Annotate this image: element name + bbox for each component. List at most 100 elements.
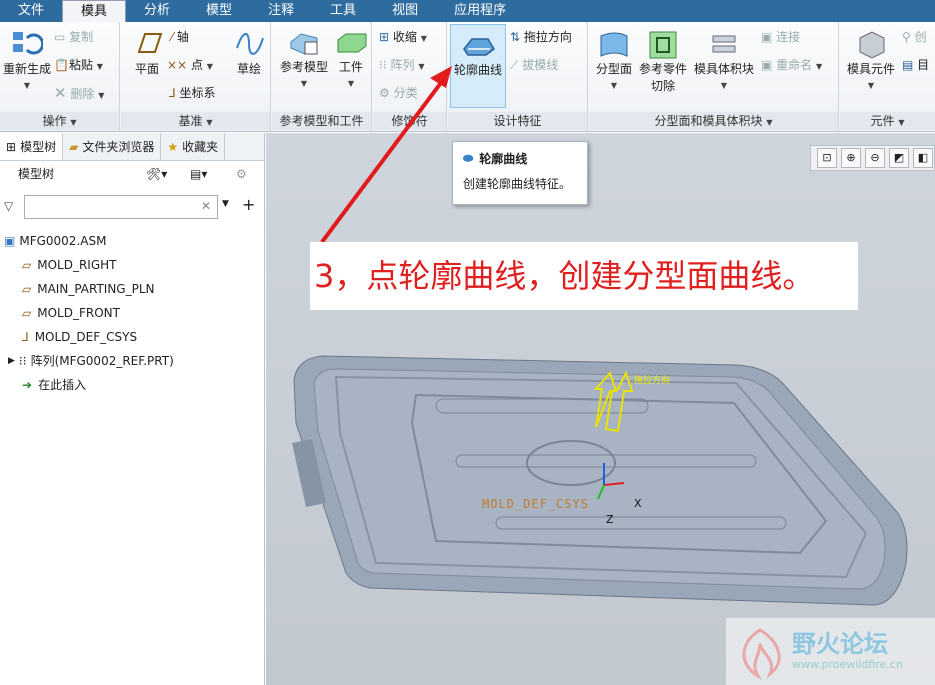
- connect-icon: ▣: [761, 30, 773, 44]
- classify-button[interactable]: ⚙ 分类: [379, 84, 418, 101]
- chevron-down-icon[interactable]: ▼: [24, 81, 30, 90]
- reference-model-icon: [290, 33, 318, 55]
- menu-view[interactable]: 视图: [374, 0, 436, 22]
- filter-settings-icon[interactable]: ⚙: [236, 161, 247, 187]
- workpiece-button[interactable]: 工件 ▼: [334, 28, 368, 89]
- mold-volume-button[interactable]: 模具体积块 ▼: [691, 28, 757, 91]
- zoom-out-icon[interactable]: ⊖: [865, 148, 885, 168]
- chevron-down-icon[interactable]: ▼: [418, 62, 424, 71]
- menu-tools[interactable]: 工具: [312, 0, 374, 22]
- shrink-label: 收缩: [392, 30, 417, 44]
- tab-folder-browser[interactable]: ▰ 文件夹浏览器: [63, 133, 162, 160]
- plane-label: 平面: [134, 62, 159, 76]
- drag-direction-button[interactable]: ⇅ 拖拉方向: [510, 28, 572, 45]
- folder-icon: ▰: [69, 139, 79, 154]
- reference-model-button[interactable]: 参考模型 ▼: [276, 28, 332, 89]
- workpiece-icon: [337, 33, 367, 53]
- menu-analysis[interactable]: 分析: [126, 0, 188, 22]
- search-input[interactable]: ✕: [24, 195, 218, 219]
- csys-button[interactable]: ⅃ 坐标系: [169, 84, 216, 101]
- delete-icon: ✕: [54, 84, 67, 102]
- parting-surface-button[interactable]: 分型面 ▼: [591, 28, 637, 91]
- rename-label: 重命名: [776, 58, 813, 72]
- chevron-down-icon[interactable]: ▼: [816, 62, 822, 71]
- group-modifiers: ⊞ 收缩 ▼ ⁝⁝ 阵列 ▼ ⚙ 分类 修饰符: [373, 22, 447, 132]
- tree-item-asm[interactable]: ▣ MFG0002.ASM: [0, 229, 264, 253]
- silhouette-curve-button[interactable]: 轮廓曲线: [450, 24, 506, 108]
- tree-title: 模型树: [18, 167, 55, 181]
- tree-item-pattern[interactable]: ▶ ⁝⁝ 阵列(MFG0002_REF.PRT): [0, 349, 264, 373]
- group-components: 模具元件 ▼ ⚲ 创 ▤ 目 元件 ▼: [840, 22, 935, 132]
- tree-item-main-parting[interactable]: ▱ MAIN_PARTING_PLN: [0, 277, 264, 301]
- group-label-operations[interactable]: 操作 ▼: [0, 112, 119, 130]
- mold-component-button[interactable]: 模具元件 ▼: [842, 28, 900, 91]
- delete-label: 删除: [70, 87, 95, 101]
- classify-label: 分类: [393, 86, 418, 100]
- repaint-icon[interactable]: ◩: [889, 148, 909, 168]
- chevron-down-icon[interactable]: ▼: [207, 62, 213, 71]
- star-icon: ★: [167, 139, 179, 154]
- ref-part-cutout-button[interactable]: 参考零件 切除: [637, 28, 689, 94]
- show-icon[interactable]: ▤▾: [190, 161, 207, 187]
- tab-model-tree[interactable]: ⊞ 模型树: [0, 133, 64, 160]
- paste-button[interactable]: 📋粘贴 ▼: [54, 56, 103, 73]
- silhouette-curve-icon: ⬬: [463, 151, 474, 165]
- connect-button[interactable]: ▣ 连接: [761, 28, 800, 45]
- mold-component-label: 模具元件: [846, 62, 895, 76]
- regenerate-button[interactable]: 重新生成 ▼: [2, 28, 52, 91]
- chevron-down-icon[interactable]: ▼: [721, 81, 727, 90]
- chevron-down-icon[interactable]: ▼: [611, 81, 617, 90]
- chevron-down-icon[interactable]: ▼: [98, 91, 104, 100]
- tree-item-csys[interactable]: ⅃ MOLD_DEF_CSYS: [0, 325, 264, 349]
- draft-line-icon: ⟋: [510, 58, 519, 72]
- create-icon: ⚲: [902, 30, 911, 44]
- delete-button[interactable]: ✕ 删除 ▼: [54, 84, 104, 102]
- tab-favorites[interactable]: ★ 收藏夹: [161, 133, 226, 160]
- menu-file[interactable]: 文件: [0, 0, 62, 22]
- menu-mold[interactable]: 模具: [62, 0, 127, 22]
- draft-line-button[interactable]: ⟋ 拔模线: [510, 56, 558, 73]
- silhouette-curve-icon: [463, 38, 495, 56]
- group-design-features: 轮廓曲线 ⇅ 拖拉方向 ⟋ 拔模线 设计特征: [448, 22, 588, 132]
- group-label-components[interactable]: 元件 ▼: [840, 112, 935, 130]
- expand-icon[interactable]: ▶: [8, 349, 15, 373]
- chevron-down-icon[interactable]: ▼: [868, 81, 874, 90]
- point-button[interactable]: ×× 点 ▼: [167, 56, 213, 73]
- chevron-down-icon[interactable]: ▼: [301, 79, 307, 88]
- axis-x-label: X: [634, 497, 642, 510]
- menu-annotate[interactable]: 注释: [250, 0, 312, 22]
- mold-volume-icon: [712, 35, 736, 53]
- create-button[interactable]: ⚲ 创: [902, 28, 927, 45]
- item-button[interactable]: ▤ 目: [902, 56, 929, 73]
- group-label-datum[interactable]: 基准 ▼: [121, 112, 270, 130]
- connect-label: 连接: [776, 30, 801, 44]
- zoom-in-icon[interactable]: ⊕: [841, 148, 861, 168]
- shrink-button[interactable]: ⊞ 收缩 ▼: [379, 28, 427, 45]
- menu-applications[interactable]: 应用程序: [436, 0, 524, 22]
- axis-button[interactable]: ⁄ 轴: [171, 28, 189, 45]
- plane-button[interactable]: 平面: [125, 28, 169, 77]
- display-style-icon[interactable]: ◧: [913, 148, 933, 168]
- settings-icon[interactable]: 🛠▾: [146, 161, 167, 187]
- add-icon[interactable]: +: [242, 195, 255, 214]
- menu-model[interactable]: 模型: [188, 0, 250, 22]
- chevron-down-icon[interactable]: ▼: [348, 79, 354, 88]
- tree-item-insert-here[interactable]: ➜ 在此插入: [0, 373, 264, 397]
- tree-item-mold-right[interactable]: ▱ MOLD_RIGHT: [0, 253, 264, 277]
- panel-tabs: ⊞ 模型树 ▰ 文件夹浏览器 ★ 收藏夹: [0, 133, 264, 161]
- group-label-parting[interactable]: 分型面和模具体积块 ▼: [589, 112, 838, 130]
- paste-icon: 📋: [54, 58, 69, 72]
- csys-tag: MOLD_DEF_CSYS: [482, 497, 589, 511]
- clear-icon[interactable]: ✕: [201, 199, 211, 213]
- chevron-down-icon[interactable]: ▼: [97, 62, 103, 71]
- copy-button[interactable]: ▭ 复制: [54, 28, 93, 45]
- tree-item-mold-front[interactable]: ▱ MOLD_FRONT: [0, 301, 264, 325]
- rename-button[interactable]: ▣ 重命名 ▼: [761, 56, 822, 73]
- sketch-button[interactable]: 草绘: [229, 28, 269, 77]
- refit-icon[interactable]: ⊡: [817, 148, 837, 168]
- graphics-window[interactable]: 拖拉方向 MOLD_DEF_CSYS X Z: [266, 133, 935, 685]
- chevron-down-icon[interactable]: ▼: [222, 199, 229, 209]
- pattern-button[interactable]: ⁝⁝ 阵列 ▼: [379, 56, 424, 73]
- chevron-down-icon[interactable]: ▼: [421, 34, 427, 43]
- ribbon: 重新生成 ▼ ▭ 复制 📋粘贴 ▼ ✕ 删除 ▼ 操作 ▼ 平面 ⁄ 轴 ×× …: [0, 22, 935, 132]
